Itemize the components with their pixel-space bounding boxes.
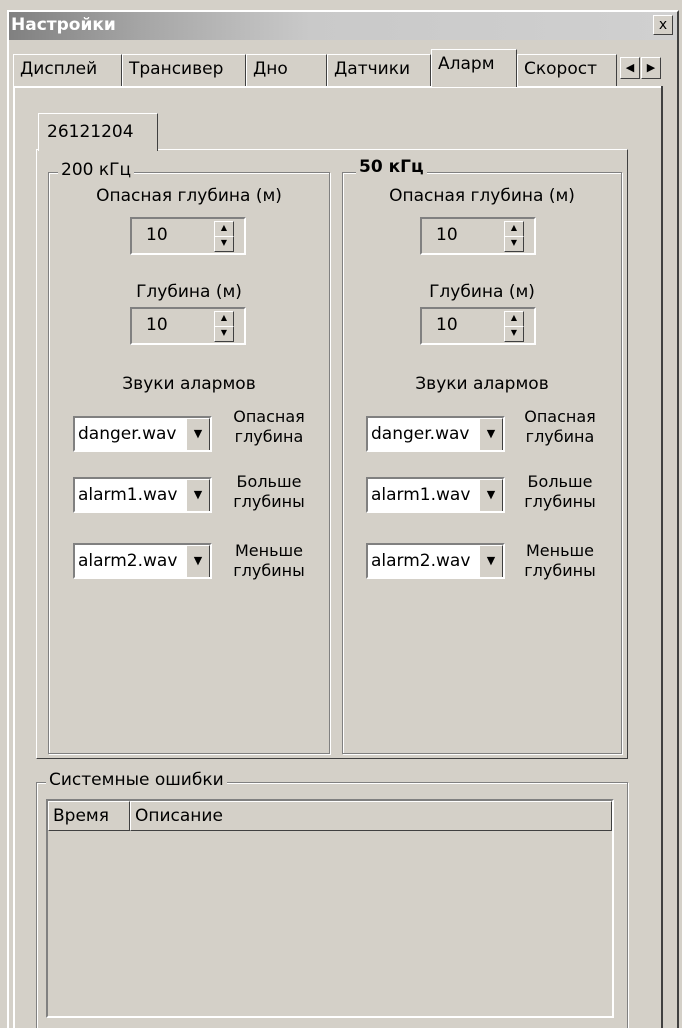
alarm-sounds-label-50: Звуки алармов: [415, 374, 549, 394]
event-label-line: глубины: [233, 561, 305, 580]
spin-up-icon[interactable]: ▲: [504, 311, 524, 327]
event-label-deeper-50: Больше глубины: [516, 472, 604, 512]
chevron-down-icon[interactable]: ▼: [186, 545, 210, 577]
tab-transceiver[interactable]: Трансивер: [122, 54, 246, 86]
chevron-down-icon[interactable]: ▼: [479, 545, 503, 577]
depth-label-50: Глубина (м): [429, 282, 535, 302]
event-label-line: Меньше: [525, 541, 595, 560]
event-label-line: глубины: [524, 561, 596, 580]
danger-depth-value-200: 10: [146, 225, 168, 245]
depth-stepper-50[interactable]: 10 ▲ ▼: [420, 307, 536, 345]
sound-select-shallower-50[interactable]: alarm2.wav ▼: [366, 543, 505, 579]
sound-select-deeper-50[interactable]: alarm1.wav ▼: [366, 477, 505, 513]
spin-up-icon[interactable]: ▲: [214, 221, 234, 237]
danger-depth-label-200: Опасная глубина (м): [96, 186, 282, 206]
spin-down-icon[interactable]: ▼: [504, 326, 524, 342]
event-label-line: глубины: [233, 492, 305, 511]
tab-transducer-26121204[interactable]: 26121204: [38, 113, 158, 151]
chevron-down-icon[interactable]: ▼: [479, 418, 503, 450]
event-label-line: глубины: [524, 492, 596, 511]
spin-up-icon[interactable]: ▲: [504, 221, 524, 237]
depth-value-50: 10: [436, 315, 458, 335]
danger-depth-value-50: 10: [436, 225, 458, 245]
tab-sensors[interactable]: Датчики: [327, 54, 431, 86]
danger-depth-stepper-50[interactable]: 10 ▲ ▼: [420, 217, 536, 255]
event-label-line: Больше: [236, 472, 302, 491]
group-200khz-legend: 200 кГц: [58, 160, 135, 180]
column-header-time[interactable]: Время: [48, 801, 130, 831]
event-label-shallower-200: Меньше глубины: [225, 541, 313, 581]
sound-select-deeper-200[interactable]: alarm1.wav ▼: [73, 477, 212, 513]
system-errors-legend: Системные ошибки: [46, 770, 227, 790]
title-bar[interactable]: Настройки x: [9, 12, 677, 40]
event-label-line: Меньше: [234, 541, 304, 560]
danger-depth-label-50: Опасная глубина (м): [389, 186, 575, 206]
depth-value-200: 10: [146, 315, 168, 335]
tab-scroll-right-button[interactable]: ▶: [641, 57, 661, 79]
sound-select-value: alarm1.wav: [78, 485, 178, 505]
event-label-line: Опасная: [524, 407, 596, 426]
close-button[interactable]: x: [653, 15, 673, 35]
tab-alarm[interactable]: Аларм: [431, 49, 517, 87]
event-label-line: глубина: [525, 427, 595, 446]
sound-select-value: danger.wav: [371, 424, 470, 444]
sound-select-danger-200[interactable]: danger.wav ▼: [73, 416, 212, 452]
sound-select-danger-50[interactable]: danger.wav ▼: [366, 416, 505, 452]
errors-list[interactable]: Время Описание: [46, 799, 614, 1018]
event-label-line: Опасная: [233, 407, 305, 426]
event-label-line: глубина: [234, 427, 304, 446]
spin-down-icon[interactable]: ▼: [214, 236, 234, 252]
sound-select-value: danger.wav: [78, 424, 177, 444]
spin-down-icon[interactable]: ▼: [504, 236, 524, 252]
column-header-description[interactable]: Описание: [130, 801, 612, 831]
event-label-danger-200: Опасная глубина: [225, 407, 313, 447]
chevron-down-icon[interactable]: ▼: [479, 479, 503, 511]
spin-down-icon[interactable]: ▼: [214, 326, 234, 342]
event-label-danger-50: Опасная глубина: [516, 407, 604, 447]
tab-bottom[interactable]: Дно: [246, 54, 327, 86]
sound-select-shallower-200[interactable]: alarm2.wav ▼: [73, 543, 212, 579]
chevron-down-icon[interactable]: ▼: [186, 479, 210, 511]
danger-depth-stepper-200[interactable]: 10 ▲ ▼: [130, 217, 246, 255]
sound-select-value: alarm2.wav: [371, 551, 471, 571]
event-label-shallower-50: Меньше глубины: [516, 541, 604, 581]
group-50khz: [342, 172, 622, 754]
spin-up-icon[interactable]: ▲: [214, 311, 234, 327]
tab-speed[interactable]: Скорост: [517, 54, 617, 86]
depth-stepper-200[interactable]: 10 ▲ ▼: [130, 307, 246, 345]
window-title: Настройки: [11, 15, 116, 35]
tab-scroll-left-button[interactable]: ◀: [620, 57, 640, 79]
sound-select-value: alarm1.wav: [371, 485, 471, 505]
event-label-line: Больше: [527, 472, 593, 491]
tab-display[interactable]: Дисплей: [13, 54, 122, 86]
group-50khz-legend: 50 кГц: [356, 157, 427, 177]
event-label-deeper-200: Больше глубины: [225, 472, 313, 512]
chevron-down-icon[interactable]: ▼: [186, 418, 210, 450]
alarm-sounds-label-200: Звуки алармов: [122, 374, 256, 394]
group-200khz: [48, 172, 330, 754]
depth-label-200: Глубина (м): [136, 282, 242, 302]
sound-select-value: alarm2.wav: [78, 551, 178, 571]
